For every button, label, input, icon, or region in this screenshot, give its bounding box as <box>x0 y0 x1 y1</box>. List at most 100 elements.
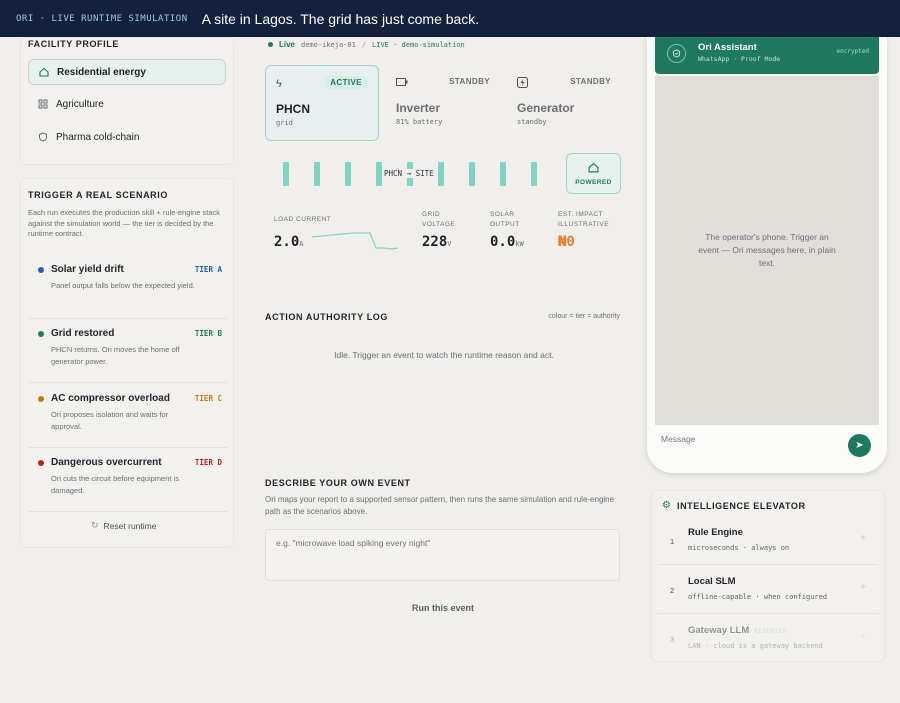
refresh-icon: ↻ <box>91 520 99 530</box>
tier-dot <box>38 331 44 337</box>
facility-label: Residential energy <box>57 66 146 78</box>
flow-segment <box>469 162 475 186</box>
facility-heading: FACILITY PROFILE <box>28 39 119 49</box>
metric-label: SOLAR <box>490 211 515 218</box>
source-phcn[interactable]: ϟ ACTIVE PHCN grid <box>265 65 379 141</box>
source-state: STANDBY <box>570 77 611 86</box>
scenario-desc: Panel output falls below the expected yi… <box>51 281 195 290</box>
simulation-tag: ORI · LIVE RUNTIME SIMULATION <box>16 13 188 24</box>
metric-value: 0.0 <box>490 234 516 250</box>
flow-segment <box>314 162 320 186</box>
scenario-overcurrent[interactable]: Dangerous overcurrent TIER D Ori cuts th… <box>28 454 228 512</box>
message-input[interactable] <box>661 434 841 444</box>
source-state: ACTIVE <box>324 76 368 89</box>
source-name: Inverter <box>396 101 441 115</box>
level-number: 1 <box>670 537 675 546</box>
tier-badge: TIER D <box>194 458 222 467</box>
tier-dot <box>38 267 44 273</box>
home-icon <box>39 67 49 77</box>
facility-item-residential[interactable]: Residential energy <box>28 59 226 85</box>
trigger-description: Each run executes the production skill +… <box>28 208 220 238</box>
scenario-solar-yield-drift[interactable]: Solar yield drift TIER A Panel output fa… <box>28 261 228 319</box>
scenario-name: Solar yield drift <box>51 264 124 275</box>
reserved-badge: RESERVED <box>754 628 787 635</box>
bolt-icon: ϟ <box>276 78 282 90</box>
facility-item-pharma[interactable]: Pharma cold-chain <box>28 124 226 150</box>
reset-runtime-button[interactable]: ↻ Reset runtime <box>91 520 156 531</box>
event-heading: DESCRIBE YOUR OWN EVENT <box>265 478 411 488</box>
battery-icon <box>396 77 408 89</box>
facility-label: Agriculture <box>56 98 104 110</box>
level-gateway-llm[interactable]: 3 Gateway LLM RESERVED LAN · cloud is a g… <box>658 617 878 663</box>
source-sub: standby <box>517 118 547 126</box>
phone-mockup: Ori Assistant WhatsApp · Proof Mode encr… <box>647 37 887 473</box>
trigger-scenario-panel: TRIGGER A REAL SCENARIO Each run execute… <box>20 178 234 548</box>
page-title: A site in Lagos. The grid has just come … <box>201 10 480 27</box>
log-heading: ACTION AUTHORITY LOG <box>265 312 388 322</box>
describe-event-panel: DESCRIBE YOUR OWN EVENT Ori maps your re… <box>258 465 630 625</box>
tier-dot <box>38 460 44 466</box>
site-id: demo-ikeja-01 <box>301 40 356 49</box>
metric-unit: V <box>447 240 452 248</box>
chat-header: Ori Assistant WhatsApp · Proof Mode encr… <box>655 37 879 74</box>
chat-area[interactable]: The operator's phone. Trigger an event —… <box>655 76 879 425</box>
source-state: STANDBY <box>449 77 490 86</box>
scenario-grid-restored[interactable]: Grid restored TIER B PHCN returns. Ori m… <box>28 325 228 383</box>
source-name: PHCN <box>276 102 311 116</box>
flow-segment <box>531 162 537 186</box>
level-name: Local SLM <box>688 576 736 587</box>
site-powered-badge: POWERED <box>566 153 621 194</box>
encrypted-label: encrypted <box>836 48 869 55</box>
metric-label: GRID <box>422 211 441 218</box>
metric-unit: A <box>299 240 304 248</box>
assistant-sub: WhatsApp · Proof Mode <box>698 55 781 63</box>
send-button[interactable]: ➤ <box>848 434 871 457</box>
tier-badge: TIER A <box>194 265 222 274</box>
home-icon <box>567 162 620 176</box>
elevator-heading: INTELLIGENCE ELEVATOR <box>676 500 806 511</box>
level-local-slm[interactable]: 2 Local SLM offline-capable · when confi… <box>658 568 878 614</box>
plus-icon: + <box>860 631 866 642</box>
facility-label: Pharma cold-chain <box>56 131 140 143</box>
metric-label: VOLTAGE <box>422 221 456 228</box>
scenario-ac-overload[interactable]: AC compressor overload TIER C Ori propos… <box>28 390 228 448</box>
metric-label: LOAD CURRENT <box>274 216 332 223</box>
trigger-heading: TRIGGER A REAL SCENARIO <box>28 190 168 200</box>
event-description-input[interactable] <box>265 529 620 581</box>
gear-icon: ⚙ <box>662 500 671 511</box>
mode-label: LIVE · demo-simulation <box>372 40 465 49</box>
plus-icon: + <box>860 582 866 593</box>
source-inverter[interactable]: STANDBY Inverter 81% battery <box>386 65 500 141</box>
action-authority-log: ACTION AUTHORITY LOG colour = tier = aut… <box>258 300 630 460</box>
flow-segment <box>345 162 351 186</box>
metric-value: ₦0 <box>558 234 575 250</box>
shield-icon <box>667 44 686 63</box>
level-rule-engine[interactable]: 1 Rule Engine microseconds · always on + <box>658 519 878 565</box>
flow-segment <box>283 162 289 186</box>
facility-item-agriculture[interactable]: Agriculture <box>28 91 226 117</box>
reset-label: Reset runtime <box>103 520 157 531</box>
facility-profile-panel: FACILITY PROFILE Residential energy Agri… <box>20 37 234 165</box>
source-generator[interactable]: STANDBY Generator standby <box>507 65 621 141</box>
assistant-name: Ori Assistant <box>698 42 757 53</box>
live-label: Live <box>279 40 296 49</box>
scenario-name: Grid restored <box>51 328 115 339</box>
metric-est-impact: EST. IMPACT ILLUSTRATIVE ₦0 <box>558 210 609 250</box>
generator-icon <box>517 77 528 91</box>
live-dot <box>268 42 273 47</box>
flow-label: PHCN → SITE <box>382 169 436 178</box>
scenario-desc: Ori cuts the circuit before equipment is… <box>51 474 179 495</box>
source-sub: 81% battery <box>396 118 443 126</box>
metric-label: EST. IMPACT <box>558 211 604 218</box>
metric-value: 2.0 <box>274 234 300 250</box>
log-legend: colour = tier = authority <box>548 313 620 320</box>
metric-grid-voltage: GRID VOLTAGE 228V <box>422 210 455 250</box>
event-description: Ori maps your report to a supported sens… <box>265 495 615 516</box>
run-event-button[interactable]: Run this event <box>388 601 498 615</box>
metric-solar-output: SOLAR OUTPUT 0.0kW <box>490 210 524 250</box>
top-bar: ORI · LIVE RUNTIME SIMULATION A site in … <box>0 0 900 37</box>
tier-dot <box>38 396 44 402</box>
shield-icon <box>38 132 48 142</box>
level-name: Gateway LLM <box>688 625 750 636</box>
level-number: 2 <box>670 586 675 595</box>
